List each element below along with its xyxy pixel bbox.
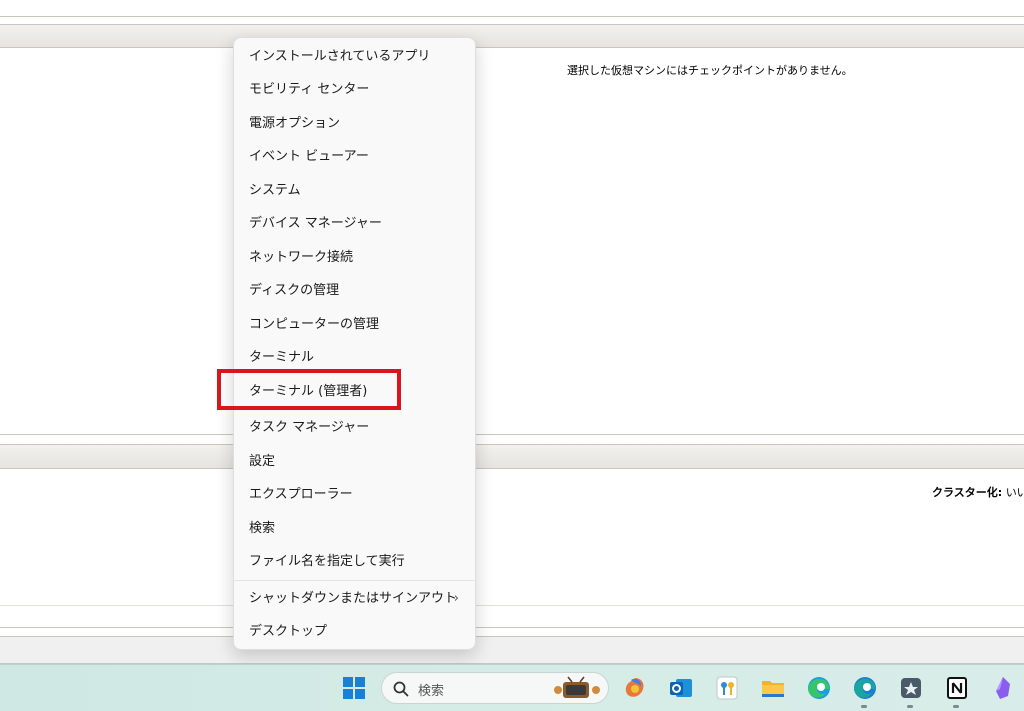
section-header-bottom	[0, 444, 1024, 469]
keepass-icon[interactable]	[713, 674, 741, 702]
menu-item-label: コンピューターの管理	[249, 317, 380, 332]
cluster-value: いい	[1005, 486, 1024, 499]
menu-item-label: デスクトップ	[249, 624, 328, 639]
menu-item-terminal[interactable]: ターミナル	[238, 344, 473, 372]
menu-item-run[interactable]: ファイル名を指定して実行	[238, 548, 473, 576]
menu-item-label: ファイル名を指定して実行	[249, 554, 405, 569]
search-icon	[393, 681, 409, 697]
menu-item-power-options[interactable]: 電源オプション	[238, 110, 473, 138]
menu-item-desktop[interactable]: デスクトップ	[238, 618, 473, 646]
menu-item-label: エクスプローラー	[249, 487, 353, 502]
edge-beta-icon[interactable]	[851, 674, 879, 702]
highlight-box	[217, 369, 401, 410]
menu-item-shutdown-signout[interactable]: シャットダウンまたはサインアウト ›	[238, 585, 473, 613]
menu-item-task-manager[interactable]: タスク マネージャー	[238, 414, 473, 442]
search-placeholder: 検索	[418, 684, 445, 699]
menu-item-network-connections[interactable]: ネットワーク接続	[238, 244, 473, 272]
app-icon[interactable]	[897, 674, 925, 702]
menu-item-label: ディスクの管理	[249, 283, 340, 298]
menu-item-system[interactable]: システム	[238, 177, 473, 205]
background-window: 選択した仮想マシンにはチェックポイントがありません。 クラスター化: いい	[0, 0, 1024, 664]
start-context-menu: インストールされているアプリ モビリティ センター 電源オプション イベント ビ…	[233, 37, 476, 650]
menu-item-explorer[interactable]: エクスプローラー	[238, 481, 473, 509]
menu-item-device-manager[interactable]: デバイス マネージャー	[238, 210, 473, 238]
chevron-right-icon: ›	[453, 591, 459, 606]
running-indicator	[953, 705, 959, 708]
notion-icon[interactable]	[943, 674, 971, 702]
divider	[0, 605, 1024, 606]
menu-item-label: イベント ビューアー	[249, 149, 369, 164]
menu-item-installed-apps[interactable]: インストールされているアプリ	[238, 43, 473, 71]
running-indicator	[907, 705, 913, 708]
menu-item-event-viewer[interactable]: イベント ビューアー	[238, 143, 473, 171]
running-indicator	[861, 705, 867, 708]
section-header-top	[0, 24, 1024, 48]
menu-item-label: ターミナル	[249, 350, 315, 365]
status-bar	[0, 636, 1024, 664]
cluster-field: クラスター化: いい	[932, 484, 1024, 500]
search-highlight-icon	[554, 676, 600, 698]
start-icon[interactable]	[340, 674, 368, 702]
menu-item-label: 電源オプション	[249, 116, 341, 131]
divider	[0, 627, 1024, 628]
file-explorer-icon[interactable]	[759, 674, 787, 702]
outlook-icon[interactable]	[667, 674, 695, 702]
menu-item-search[interactable]: 検索	[238, 515, 473, 543]
copilot-icon[interactable]	[621, 674, 649, 702]
menu-item-computer-management[interactable]: コンピューターの管理	[238, 311, 473, 339]
menu-item-settings[interactable]: 設定	[238, 448, 473, 476]
menu-item-disk-management[interactable]: ディスクの管理	[238, 277, 473, 305]
menu-item-label: モビリティ センター	[249, 82, 370, 97]
checkpoint-message: 選択した仮想マシンにはチェックポイントがありません。	[567, 64, 853, 77]
menu-item-label: インストールされているアプリ	[249, 49, 431, 64]
menu-item-label: システム	[249, 183, 301, 198]
divider	[0, 434, 1024, 435]
menu-item-label: デバイス マネージャー	[249, 216, 382, 231]
taskbar-search-box[interactable]: 検索	[381, 672, 609, 704]
menu-item-label: 検索	[249, 521, 276, 536]
menu-item-label: 設定	[249, 454, 276, 469]
menu-item-label: ネットワーク接続	[249, 250, 354, 265]
divider	[0, 16, 1024, 17]
edge-icon[interactable]	[805, 674, 833, 702]
cluster-label: クラスター化:	[932, 486, 1003, 499]
menu-item-label: シャットダウンまたはサインアウト	[249, 591, 458, 606]
menu-item-label: タスク マネージャー	[249, 420, 370, 435]
menu-item-mobility-center[interactable]: モビリティ センター	[238, 76, 473, 104]
menu-separator	[234, 580, 475, 581]
obsidian-icon[interactable]	[989, 674, 1017, 702]
